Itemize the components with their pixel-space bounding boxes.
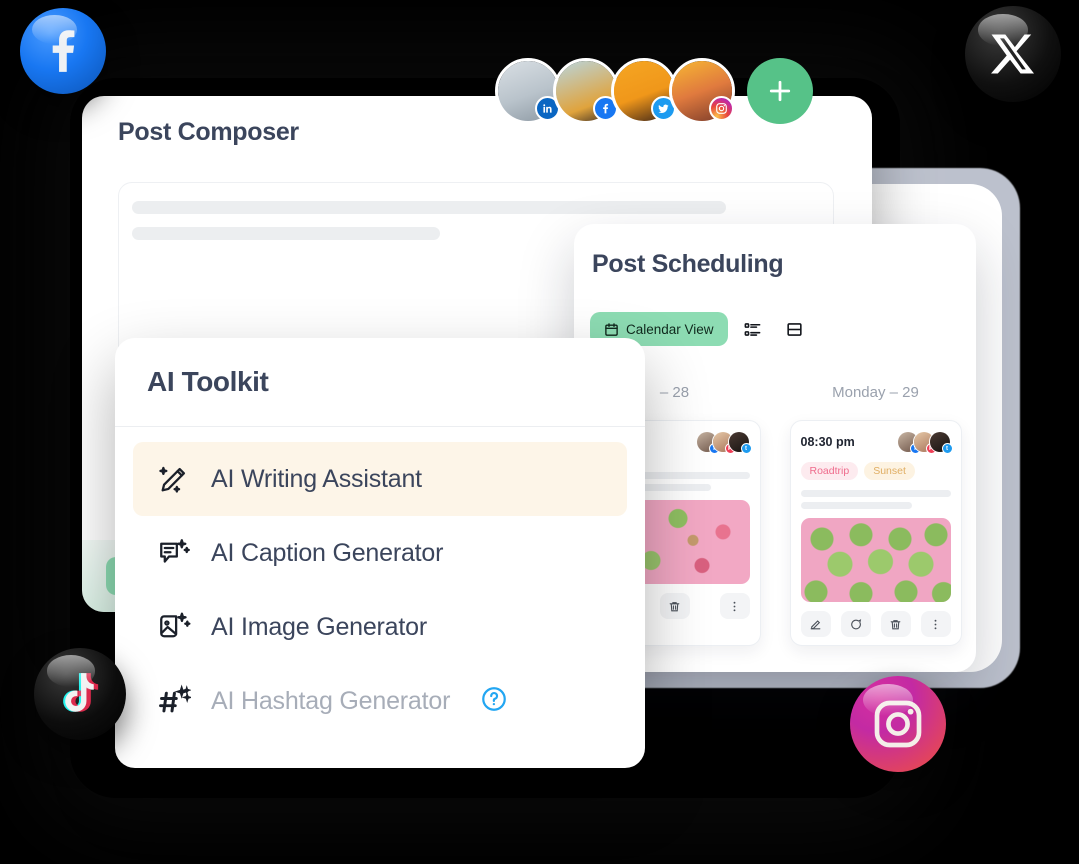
- ai-caption-generator-label: AI Caption Generator: [211, 538, 444, 567]
- skeleton-line: [800, 490, 951, 497]
- more-icon[interactable]: [920, 611, 951, 637]
- avatar: t: [928, 431, 953, 454]
- ai-image-generator-item[interactable]: AI Image Generator: [133, 590, 627, 664]
- plus-icon: [769, 80, 791, 102]
- ai-toolkit-title: AI Toolkit: [147, 366, 269, 397]
- help-icon[interactable]: [480, 685, 508, 718]
- ai-caption-generator-item[interactable]: AI Caption Generator: [133, 516, 627, 590]
- magic-image-icon: [155, 608, 193, 646]
- add-account-button[interactable]: [747, 58, 813, 124]
- post-card-tags: Roadtrip Sunset: [800, 462, 951, 480]
- ai-hashtag-generator-item[interactable]: AI Hashtag Generator: [133, 664, 627, 738]
- post-card[interactable]: 08:30 pm f P t Roadtrip Sunset: [789, 420, 962, 646]
- skeleton-line: [132, 201, 726, 214]
- ai-image-generator-label: AI Image Generator: [211, 612, 427, 641]
- avatar-twitter[interactable]: [611, 58, 677, 124]
- ai-hashtag-generator-label: AI Hashtag Generator: [211, 686, 451, 715]
- ai-writing-assistant-label: AI Writing Assistant: [211, 464, 422, 493]
- instagram-badge-icon: [709, 96, 734, 121]
- calendar-icon: [605, 322, 618, 336]
- twitter-badge-icon: t: [740, 443, 752, 454]
- tiktok-bubble-icon: [34, 648, 126, 740]
- more-icon[interactable]: [719, 593, 750, 619]
- list-view-tab[interactable]: [736, 312, 770, 346]
- screenshot-root: Post Composer Post Scheduling Calendar V…: [0, 0, 1079, 864]
- divider: [115, 426, 645, 427]
- post-card-avatars: f P t: [896, 431, 953, 454]
- ai-writing-assistant-item[interactable]: AI Writing Assistant: [133, 442, 627, 516]
- magic-pen-icon: [155, 460, 193, 498]
- skeleton-line: [132, 227, 440, 240]
- page-title: Post Composer: [118, 118, 299, 146]
- post-card-image: [800, 518, 951, 602]
- twitter-badge-icon: t: [941, 443, 953, 454]
- avatar-linkedin[interactable]: [495, 58, 561, 124]
- delete-icon[interactable]: [880, 611, 911, 637]
- split-view-tab[interactable]: [778, 312, 812, 346]
- magic-caption-icon: [155, 534, 193, 572]
- ai-toolkit-panel: AI Toolkit AI Writing Assistant AI Capti…: [115, 338, 645, 768]
- comment-icon[interactable]: [840, 611, 871, 637]
- x-bubble-icon: [965, 6, 1061, 102]
- calendar-view-tab-label: Calendar View: [626, 321, 714, 337]
- scheduling-title: Post Scheduling: [592, 250, 784, 278]
- edit-icon[interactable]: [800, 611, 831, 637]
- tag-sunset[interactable]: Sunset: [864, 462, 915, 480]
- tag-roadtrip[interactable]: Roadtrip: [800, 462, 859, 480]
- magic-hashtag-icon: [155, 682, 193, 720]
- post-card-header: 08:30 pm f P t: [800, 431, 953, 454]
- instagram-bubble-icon: [850, 676, 946, 772]
- delete-icon[interactable]: [659, 593, 690, 619]
- skeleton-line: [800, 502, 912, 509]
- post-card-time: 08:30 pm: [800, 435, 855, 449]
- connected-accounts-strip: [495, 58, 813, 124]
- ai-toolkit-list: AI Writing Assistant AI Caption Generato…: [133, 442, 627, 738]
- day-column-29: 08:30 pm f P t Roadtrip Sunset: [775, 420, 976, 646]
- avatar-instagram[interactable]: [669, 58, 735, 124]
- avatar-facebook[interactable]: [553, 58, 619, 124]
- post-card-avatars: f P t: [695, 431, 752, 454]
- post-card-actions: [800, 611, 951, 637]
- facebook-bubble-icon: [20, 8, 106, 94]
- avatar: t: [727, 431, 752, 454]
- day-label-29: Monday – 29: [832, 384, 919, 401]
